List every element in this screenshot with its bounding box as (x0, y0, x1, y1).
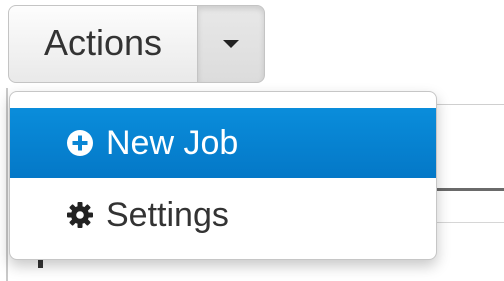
plus-circle-icon (62, 125, 98, 161)
panel-lower-border (436, 222, 504, 223)
page-left-border (6, 88, 8, 281)
menu-item-label: New Job (106, 123, 239, 162)
actions-split-button: Actions (8, 5, 265, 83)
actions-button-label: Actions (43, 22, 163, 63)
panel-divider (436, 188, 504, 191)
actions-dropdown-menu: New Job Settings (9, 91, 437, 260)
menu-item-settings[interactable]: Settings (10, 178, 436, 252)
actions-button[interactable]: Actions (8, 5, 198, 83)
menu-item-new-job[interactable]: New Job (10, 108, 436, 178)
menu-item-label: Settings (106, 195, 229, 234)
gear-icon (62, 197, 98, 233)
actions-dropdown-toggle[interactable] (197, 5, 265, 83)
caret-down-icon (223, 40, 239, 48)
panel-top-border (436, 104, 504, 105)
